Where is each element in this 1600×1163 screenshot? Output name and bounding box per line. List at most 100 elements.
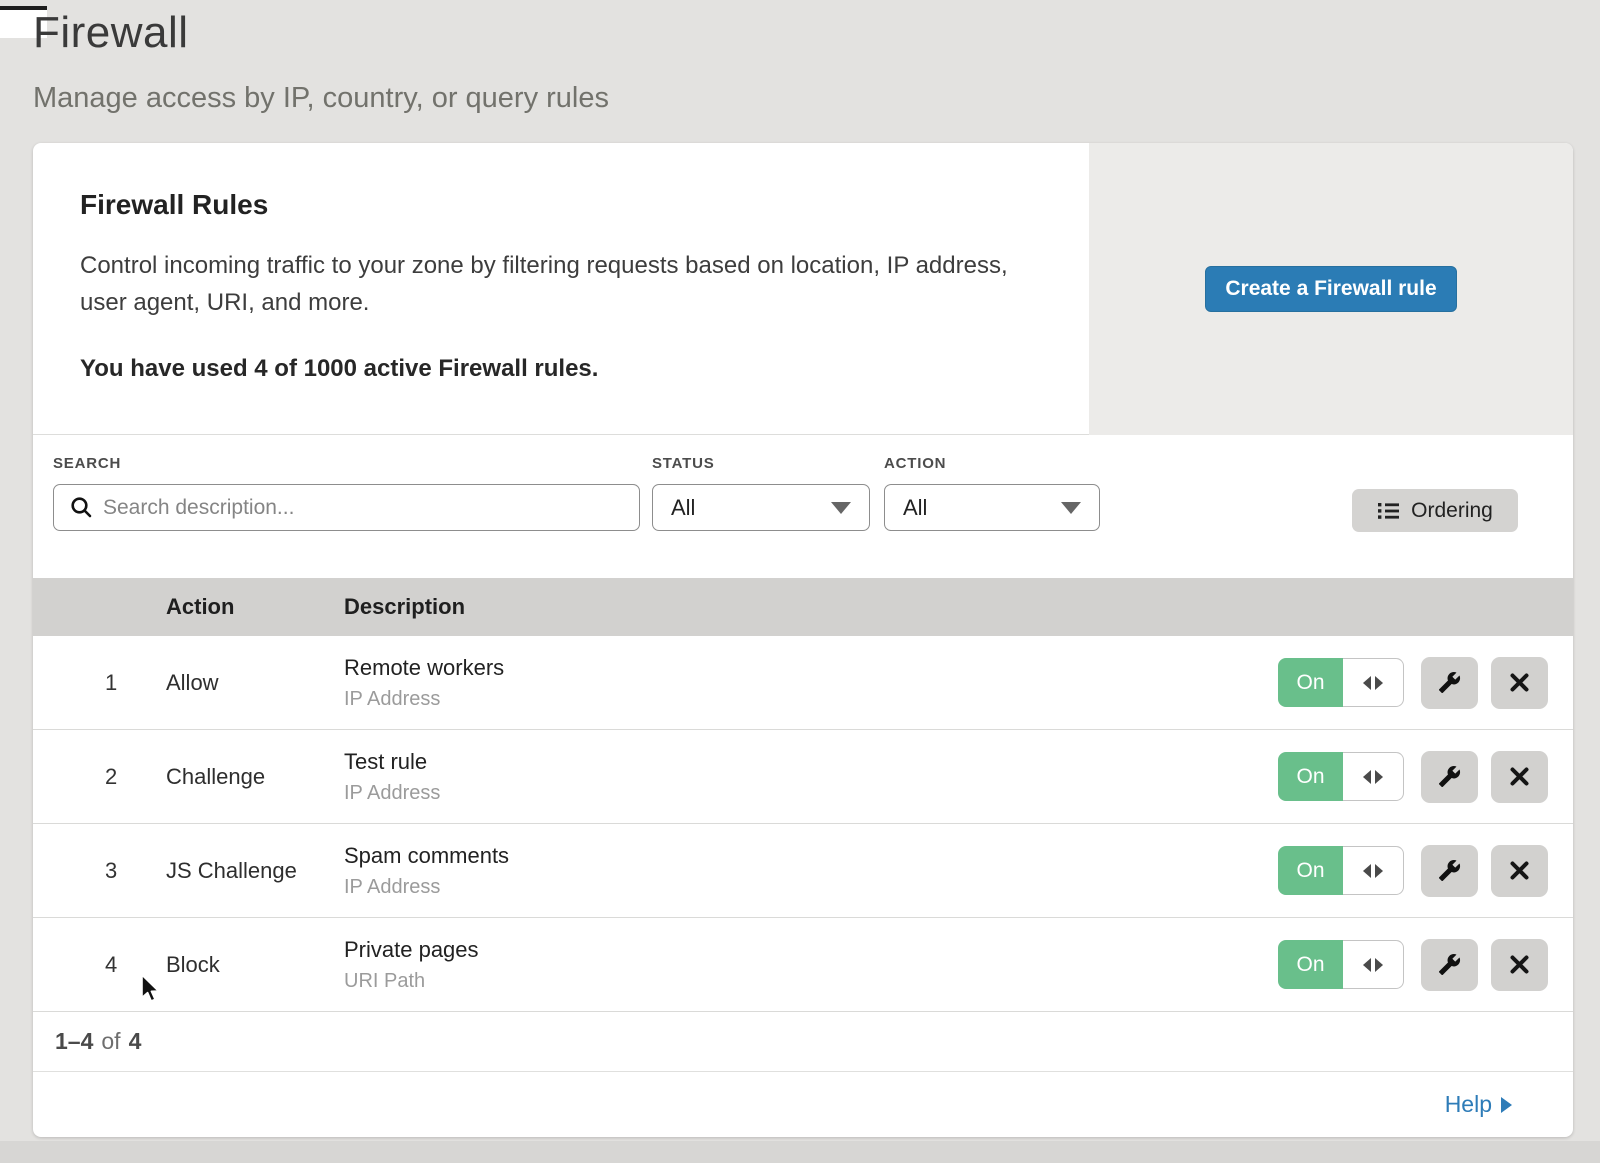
ordering-button-label: Ordering xyxy=(1411,499,1493,523)
ordering-list-icon xyxy=(1377,501,1400,520)
edit-rule-button[interactable] xyxy=(1421,657,1478,709)
rule-description-cell: Remote workers IP Address xyxy=(344,655,1278,711)
page-title: Firewall xyxy=(33,8,609,58)
create-firewall-rule-button[interactable]: Create a Firewall rule xyxy=(1205,266,1457,312)
rule-enabled-toggle[interactable]: On xyxy=(1278,846,1404,895)
rules-intro-section: Firewall Rules Control incoming traffic … xyxy=(33,143,1573,435)
rules-description: Control incoming traffic to your zone by… xyxy=(80,247,1045,321)
column-header-action: Action xyxy=(166,594,344,620)
edit-rule-button[interactable] xyxy=(1421,751,1478,803)
toggle-arrows-icon xyxy=(1343,752,1404,801)
search-label: SEARCH xyxy=(53,455,640,472)
filters-bar: SEARCH STATUS All ACTION xyxy=(33,435,1573,578)
rule-action: Block xyxy=(166,952,344,978)
rule-description-cell: Spam comments IP Address xyxy=(344,843,1278,899)
rule-priority: 1 xyxy=(105,670,166,696)
rule-description-cell: Test rule IP Address xyxy=(344,749,1278,805)
help-link[interactable]: Help xyxy=(1445,1091,1512,1118)
help-link-label: Help xyxy=(1445,1091,1492,1118)
rule-priority: 3 xyxy=(105,858,166,884)
close-icon xyxy=(1510,767,1529,786)
rule-description: Remote workers xyxy=(344,655,1278,681)
rule-match-type: IP Address xyxy=(344,688,1278,711)
pagination-total: 4 xyxy=(129,1028,142,1055)
arrow-right-icon xyxy=(1501,1097,1512,1113)
wrench-icon xyxy=(1438,953,1461,976)
pagination: 1–4 of 4 xyxy=(33,1012,1573,1072)
status-label: STATUS xyxy=(652,455,870,472)
ordering-button[interactable]: Ordering xyxy=(1352,489,1518,532)
search-box xyxy=(53,484,640,531)
table-body: 1 Allow Remote workers IP Address On xyxy=(33,636,1573,1012)
close-icon xyxy=(1510,673,1529,692)
chevron-down-icon xyxy=(831,502,851,514)
status-select[interactable]: All xyxy=(652,484,870,531)
wrench-icon xyxy=(1438,859,1461,882)
toggle-on-label: On xyxy=(1278,752,1343,801)
wrench-icon xyxy=(1438,671,1461,694)
rule-description: Test rule xyxy=(344,749,1278,775)
close-icon xyxy=(1510,861,1529,880)
action-filter: ACTION All xyxy=(884,455,1100,531)
table-row: 1 Allow Remote workers IP Address On xyxy=(33,636,1573,730)
rule-priority: 2 xyxy=(105,764,166,790)
rule-enabled-toggle[interactable]: On xyxy=(1278,658,1404,707)
action-select[interactable]: All xyxy=(884,484,1100,531)
wrench-icon xyxy=(1438,765,1461,788)
rule-controls: On xyxy=(1278,751,1548,803)
rule-controls: On xyxy=(1278,939,1548,991)
rule-enabled-toggle[interactable]: On xyxy=(1278,940,1404,989)
table-row: 3 JS Challenge Spam comments IP Address … xyxy=(33,824,1573,918)
delete-rule-button[interactable] xyxy=(1491,657,1548,709)
search-icon xyxy=(70,496,93,519)
rule-priority: 4 xyxy=(105,952,166,978)
search-input[interactable] xyxy=(103,485,639,530)
search-filter: SEARCH xyxy=(53,455,640,531)
rule-description: Spam comments xyxy=(344,843,1278,869)
rule-controls: On xyxy=(1278,657,1548,709)
chevron-down-icon xyxy=(1061,502,1081,514)
delete-rule-button[interactable] xyxy=(1491,939,1548,991)
action-select-value: All xyxy=(903,495,927,521)
rules-intro-text: Firewall Rules Control incoming traffic … xyxy=(80,189,1045,383)
rule-enabled-toggle[interactable]: On xyxy=(1278,752,1404,801)
rules-intro-side-panel: Create a Firewall rule xyxy=(1089,143,1573,435)
page-header: Firewall Manage access by IP, country, o… xyxy=(33,8,609,115)
action-label: ACTION xyxy=(884,455,1100,472)
rule-action: Challenge xyxy=(166,764,344,790)
status-select-value: All xyxy=(671,495,695,521)
table-row: 2 Challenge Test rule IP Address On xyxy=(33,730,1573,824)
edit-rule-button[interactable] xyxy=(1421,939,1478,991)
close-icon xyxy=(1510,955,1529,974)
rule-controls: On xyxy=(1278,845,1548,897)
firewall-page: Firewall Manage access by IP, country, o… xyxy=(0,0,1600,1163)
bottom-strip xyxy=(0,1141,1600,1163)
rules-usage-note: You have used 4 of 1000 active Firewall … xyxy=(80,355,1045,383)
delete-rule-button[interactable] xyxy=(1491,845,1548,897)
rules-heading: Firewall Rules xyxy=(80,189,1045,221)
page-subtitle: Manage access by IP, country, or query r… xyxy=(33,82,609,115)
rule-action: Allow xyxy=(166,670,344,696)
rule-match-type: URI Path xyxy=(344,970,1278,993)
firewall-rules-card: Firewall Rules Control incoming traffic … xyxy=(33,143,1573,1137)
column-header-description: Description xyxy=(344,594,465,620)
rule-action: JS Challenge xyxy=(166,858,344,884)
rule-match-type: IP Address xyxy=(344,782,1278,805)
edit-rule-button[interactable] xyxy=(1421,845,1478,897)
pagination-of: of xyxy=(101,1028,120,1055)
toggle-on-label: On xyxy=(1278,658,1343,707)
rule-match-type: IP Address xyxy=(344,876,1278,899)
delete-rule-button[interactable] xyxy=(1491,751,1548,803)
rule-description-cell: Private pages URI Path xyxy=(344,937,1278,993)
toggle-on-label: On xyxy=(1278,846,1343,895)
pagination-range: 1–4 xyxy=(55,1028,93,1055)
table-header: Action Description xyxy=(33,578,1573,636)
table-row: 4 Block Private pages URI Path On xyxy=(33,918,1573,1012)
toggle-on-label: On xyxy=(1278,940,1343,989)
toggle-arrows-icon xyxy=(1343,940,1404,989)
toggle-arrows-icon xyxy=(1343,846,1404,895)
rule-description: Private pages xyxy=(344,937,1278,963)
status-filter: STATUS All xyxy=(652,455,870,531)
toggle-arrows-icon xyxy=(1343,658,1404,707)
help-row: Help xyxy=(33,1072,1573,1136)
